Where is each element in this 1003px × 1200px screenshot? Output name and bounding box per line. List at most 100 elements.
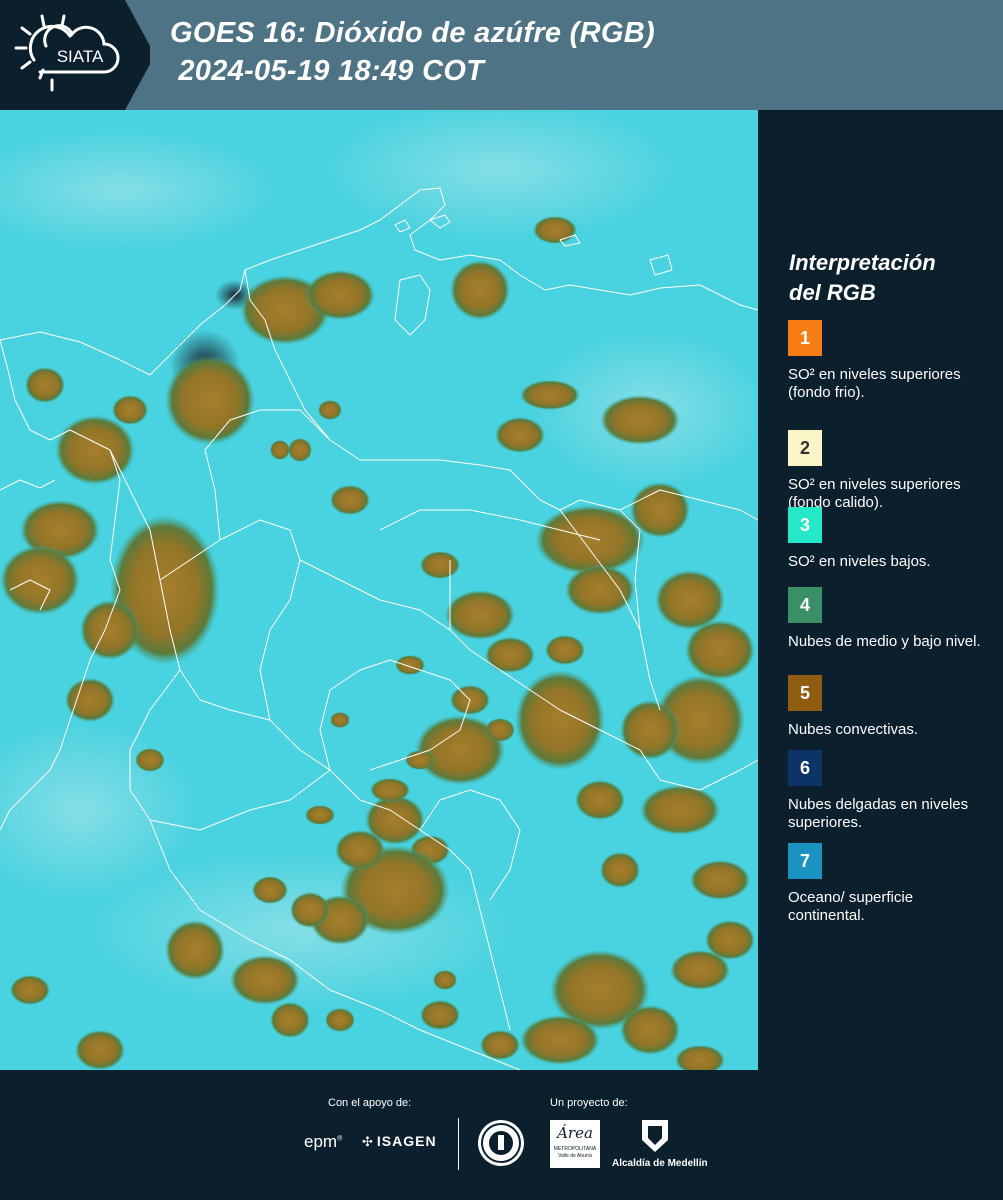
convective-cloud bbox=[620, 1005, 680, 1055]
seal-icon bbox=[481, 1123, 521, 1163]
legend-swatch-2: 2 bbox=[788, 430, 822, 466]
convective-cloud bbox=[325, 1008, 355, 1032]
convective-cloud bbox=[305, 805, 335, 825]
legend-label-4: Nubes de medio y bajo nivel. bbox=[788, 633, 981, 650]
convective-cloud bbox=[305, 270, 375, 320]
project-caption: Un proyecto de: bbox=[550, 1097, 628, 1109]
convective-cloud bbox=[420, 1000, 460, 1030]
convective-cloud bbox=[288, 438, 312, 462]
epm-text: epm bbox=[304, 1132, 338, 1151]
convective-cloud bbox=[165, 355, 255, 445]
legend-item-2: 2 SO² en niveles superiores (fondo calido… bbox=[788, 430, 988, 512]
convective-cloud bbox=[620, 700, 680, 760]
convective-cloud bbox=[10, 975, 50, 1005]
convective-cloud bbox=[370, 778, 410, 802]
convective-cloud bbox=[270, 440, 290, 460]
page-title: GOES 16: Dióxido de azúfre (RGB) 2024-05… bbox=[170, 14, 655, 90]
legend-swatch-1: 1 bbox=[788, 320, 822, 356]
convective-cloud bbox=[545, 635, 585, 665]
convective-cloud bbox=[480, 1030, 520, 1060]
epm-logo[interactable]: epm® bbox=[304, 1132, 342, 1152]
convective-cloud bbox=[330, 712, 350, 728]
convective-cloud bbox=[75, 1030, 125, 1070]
convective-cloud bbox=[450, 260, 510, 320]
legend-label-1: SO² en niveles superiores (fondo frio). bbox=[788, 366, 961, 401]
seal-logo[interactable] bbox=[478, 1120, 524, 1166]
support-caption: Con el apoyo de: bbox=[328, 1097, 412, 1109]
area-text: Área bbox=[557, 1124, 593, 1142]
convective-cloud bbox=[335, 830, 385, 870]
convective-cloud bbox=[0, 545, 80, 615]
convective-cloud bbox=[420, 551, 460, 579]
isagen-icon: ✣ bbox=[362, 1134, 374, 1149]
isagen-logo[interactable]: ✣ ISAGEN bbox=[362, 1133, 437, 1150]
convective-cloud bbox=[445, 590, 515, 640]
convective-cloud bbox=[640, 785, 720, 835]
footer-separator bbox=[458, 1118, 459, 1170]
convective-cloud bbox=[520, 1015, 600, 1065]
legend-title: Interpretación del RGB bbox=[789, 248, 936, 308]
legend-item-5: 5 Nubes convectivas. bbox=[788, 675, 988, 739]
isagen-text: ISAGEN bbox=[376, 1133, 437, 1149]
convective-cloud bbox=[600, 852, 640, 888]
convective-cloud bbox=[165, 920, 225, 980]
legend-swatch-3: 3 bbox=[788, 507, 822, 543]
legend-label-5: Nubes convectivas. bbox=[788, 721, 919, 738]
legend-swatch-7: 7 bbox=[788, 843, 822, 879]
alcaldia-text[interactable]: Alcaldía de Medellín bbox=[612, 1158, 708, 1169]
area-sub-text: METROPOLITANA bbox=[553, 1146, 597, 1152]
convective-cloud bbox=[65, 678, 115, 722]
convective-cloud bbox=[270, 1002, 310, 1038]
convective-cloud bbox=[685, 620, 755, 680]
convective-cloud bbox=[535, 505, 645, 575]
convective-cloud bbox=[575, 780, 625, 820]
medellin-shield-icon bbox=[640, 1118, 670, 1154]
siata-logo-shape: SIATA bbox=[0, 0, 150, 110]
legend-label-3: SO² en niveles bajos. bbox=[788, 553, 931, 570]
title-line-1: GOES 16: Dióxido de azúfre (RGB) bbox=[170, 17, 655, 49]
siata-logo[interactable]: SIATA bbox=[0, 0, 150, 110]
legend-label-7: Oceano/ superficie continental. bbox=[788, 889, 914, 924]
convective-cloud bbox=[600, 395, 680, 445]
convective-cloud bbox=[495, 417, 545, 453]
convective-cloud bbox=[690, 860, 750, 900]
legend-item-7: 7 Oceano/ superficie continental. bbox=[788, 843, 988, 925]
area-metropolitana-logo[interactable]: Área METROPOLITANA Valle de Aburrá bbox=[550, 1120, 600, 1168]
map-canvas bbox=[0, 110, 758, 1070]
convective-cloud bbox=[318, 400, 342, 420]
legend-title-line-1: Interpretación bbox=[789, 250, 936, 275]
footer: Con el apoyo de: Un proyecto de: epm® ✣ I… bbox=[0, 1070, 1003, 1200]
legend-item-6: 6 Nubes delgadas en niveles superiores. bbox=[788, 750, 988, 832]
convective-cloud bbox=[705, 920, 755, 960]
convective-cloud bbox=[112, 395, 148, 425]
header-bar: SIATA GOES 16: Dióxido de azúfre (RGB) 2… bbox=[0, 0, 1003, 110]
convective-cloud bbox=[290, 892, 330, 928]
convective-cloud bbox=[485, 718, 515, 742]
legend-item-4: 4 Nubes de medio y bajo nivel. bbox=[788, 587, 988, 651]
satellite-map[interactable] bbox=[0, 110, 758, 1070]
convective-cloud bbox=[330, 485, 370, 515]
legend-panel: Interpretación del RGB 1 SO² en niveles s… bbox=[758, 110, 1003, 1070]
convective-cloud bbox=[433, 970, 457, 990]
convective-cloud bbox=[80, 600, 140, 660]
logo-text: SIATA bbox=[57, 47, 104, 66]
legend-item-1: 1 SO² en niveles superiores (fondo frio). bbox=[788, 320, 988, 402]
convective-cloud bbox=[533, 216, 577, 244]
legend-title-line-2: del RGB bbox=[789, 280, 876, 305]
convective-cloud bbox=[55, 415, 135, 485]
convective-cloud bbox=[395, 655, 425, 675]
convective-cloud bbox=[565, 565, 635, 615]
title-line-2: 2024-05-19 18:49 COT bbox=[170, 55, 485, 87]
convective-cloud bbox=[520, 380, 580, 410]
convective-cloud bbox=[252, 876, 288, 904]
legend-item-3: 3 SO² en niveles bajos. bbox=[788, 507, 988, 571]
convective-cloud bbox=[515, 670, 605, 770]
convective-cloud bbox=[25, 367, 65, 403]
legend-swatch-4: 4 bbox=[788, 587, 822, 623]
legend-swatch-5: 5 bbox=[788, 675, 822, 711]
legend-swatch-6: 6 bbox=[788, 750, 822, 786]
legend-label-6: Nubes delgadas en niveles superiores. bbox=[788, 796, 969, 831]
area-sub-text-2: Valle de Aburrá bbox=[558, 1153, 592, 1159]
convective-cloud bbox=[230, 955, 300, 1005]
convective-cloud bbox=[135, 748, 165, 772]
